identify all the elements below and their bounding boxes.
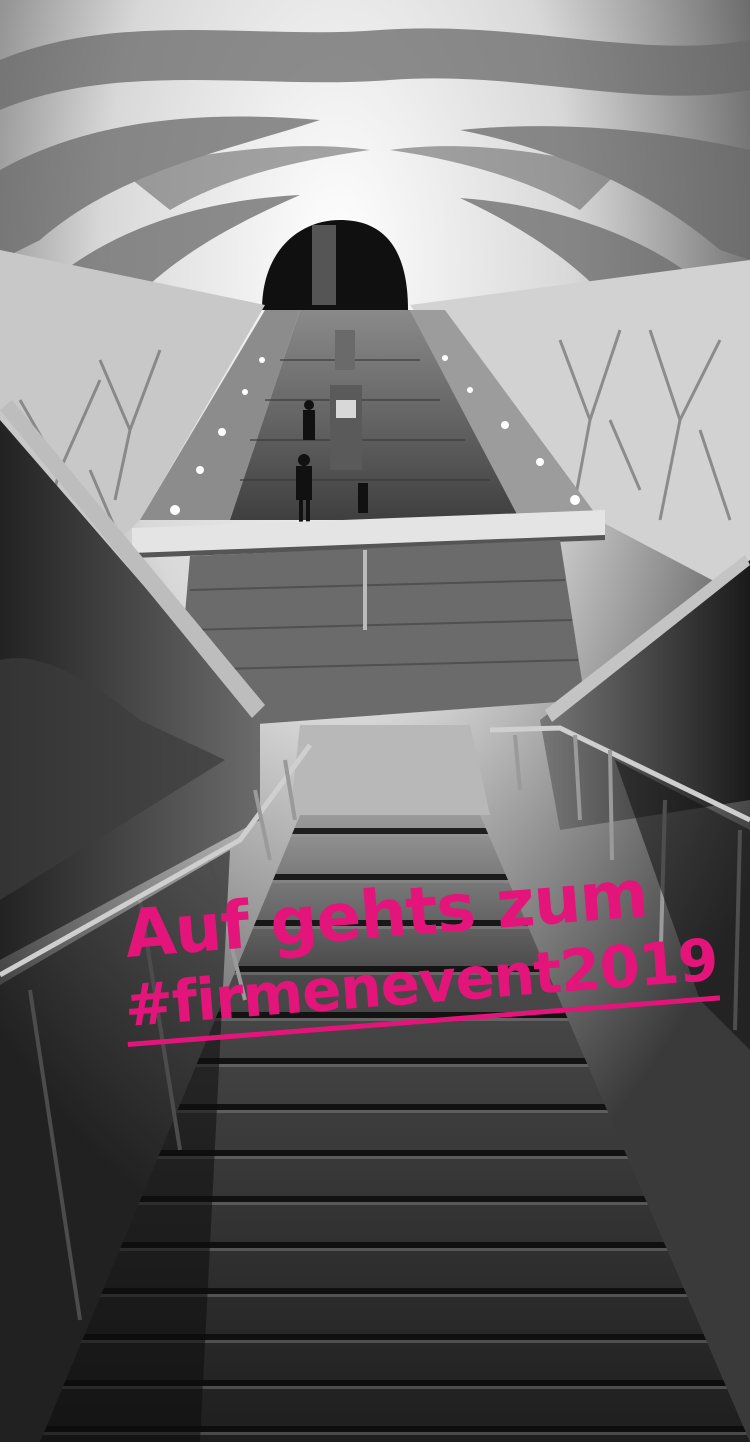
story-photo: Auf gehts zum #firmenevent2019: [0, 0, 750, 1442]
subway-station-photo: [0, 0, 750, 1442]
